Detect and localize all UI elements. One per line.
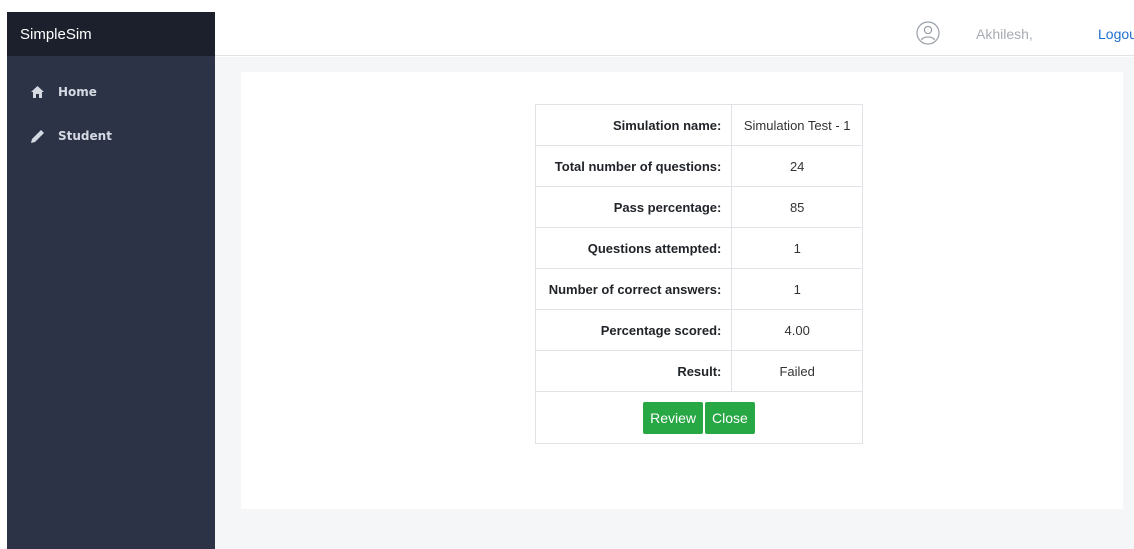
row-value: 1 (731, 268, 863, 310)
row-label: Total number of questions: (534, 145, 733, 187)
table-row: Simulation name: Simulation Test - 1 (534, 104, 863, 146)
table-row: Pass percentage: 85 (534, 186, 863, 228)
row-value: 4.00 (731, 309, 863, 351)
sidebar-nav: Home Student (7, 56, 215, 158)
actions-cell: Review Close (535, 391, 863, 444)
result-status: Failed (731, 350, 863, 392)
review-button[interactable]: Review (643, 401, 704, 434)
row-value: 24 (731, 145, 863, 187)
simulation-results-table: Simulation name: Simulation Test - 1 Tot… (534, 104, 863, 444)
sidebar-item-home[interactable]: Home (7, 70, 215, 114)
close-button[interactable]: Close (705, 401, 755, 434)
row-label: Pass percentage: (534, 186, 733, 228)
sidebar-item-label: Home (58, 85, 97, 99)
home-icon (29, 84, 45, 100)
sidebar-item-label: Student (58, 129, 112, 143)
top-header: Akhilesh, Logout (215, 12, 1134, 56)
row-label: Questions attempted: (534, 227, 733, 269)
row-label: Number of correct answers: (534, 268, 733, 310)
table-row: Number of correct answers: 1 (534, 268, 863, 310)
table-row: Questions attempted: 1 (534, 227, 863, 269)
table-row: Result: Failed (534, 350, 863, 392)
table-row: Total number of questions: 24 (534, 145, 863, 187)
row-value: 1 (731, 227, 863, 269)
brand-logo[interactable]: SimpleSim (7, 12, 215, 56)
row-label: Simulation name: (534, 104, 733, 146)
table-row: Percentage scored: 4.00 (534, 309, 863, 351)
row-value: Simulation Test - 1 (731, 104, 863, 146)
sidebar: SimpleSim Home Student (7, 12, 215, 549)
row-value: 85 (731, 186, 863, 228)
sidebar-item-student[interactable]: Student (7, 114, 215, 158)
actions-row: Review Close (535, 391, 863, 444)
row-label: Result: (534, 350, 733, 392)
row-label: Percentage scored: (534, 309, 733, 351)
logout-link[interactable]: Logout (1098, 26, 1134, 42)
pencil-icon (29, 128, 45, 144)
user-avatar-icon[interactable] (916, 21, 940, 45)
user-name: Akhilesh, (976, 26, 1033, 42)
